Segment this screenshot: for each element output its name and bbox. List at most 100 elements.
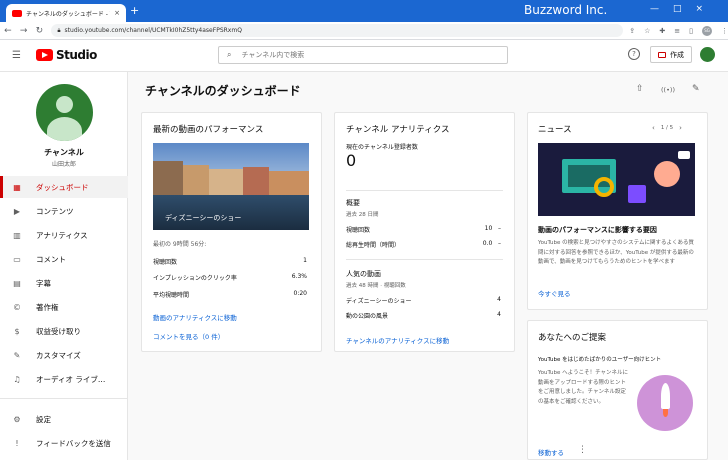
- sidebar-item-copyright[interactable]: © 著作権: [0, 296, 128, 318]
- sidebar-item-subtitles[interactable]: ▤ 字幕: [0, 272, 128, 294]
- prev-icon[interactable]: ‹: [652, 124, 655, 132]
- sidebar-item-label: 著作権: [36, 302, 59, 312]
- menu-icon[interactable]: ☰: [12, 50, 21, 61]
- more-options-icon[interactable]: ⋮: [578, 445, 587, 455]
- maximize-icon[interactable]: □: [673, 4, 682, 14]
- search-box[interactable]: ⌕: [218, 46, 508, 64]
- sidebar-item-feedback[interactable]: ! フィードバックを送信: [0, 432, 128, 454]
- summary-period: 過去 28 日間: [346, 212, 379, 218]
- card-title: あなたへのご提案: [538, 333, 607, 343]
- stat-row: 平均視聴時間 0:20: [153, 290, 307, 299]
- news-illustration[interactable]: [538, 143, 695, 216]
- back-icon[interactable]: ←: [0, 26, 16, 36]
- sidebar-item-label: 字幕: [36, 278, 51, 288]
- summary-delta: –: [498, 225, 501, 232]
- next-icon[interactable]: ›: [679, 124, 682, 132]
- magnifier-icon: [594, 177, 614, 197]
- content-icon: ▶: [13, 206, 21, 216]
- sidebar-item-audio-library[interactable]: ♫ オーディオ ライブ…: [0, 368, 128, 390]
- close-window-icon[interactable]: ×: [696, 4, 704, 14]
- search-input[interactable]: [241, 51, 482, 59]
- account-avatar[interactable]: [700, 47, 715, 62]
- play-badge-icon: [678, 151, 690, 159]
- stat-row: インプレッションのクリック率 6.3%: [153, 273, 307, 282]
- sidebar-item-label: コンテンツ: [36, 206, 74, 216]
- sidebar-item-label: フィードバックを送信: [36, 438, 111, 448]
- card-title: チャンネル アナリティクス: [346, 125, 450, 135]
- studio-logo[interactable]: Studio: [36, 48, 97, 62]
- watch-now-link[interactable]: 今すぐ見る: [538, 288, 571, 298]
- reload-icon[interactable]: ↻: [32, 26, 48, 36]
- bookmark-star-icon[interactable]: ☆: [644, 27, 650, 35]
- copyright-icon: ©: [13, 302, 21, 312]
- sidebar-item-label: コメント: [36, 254, 66, 264]
- top-video-views: 4: [497, 311, 501, 318]
- rocket-flame-icon: [663, 409, 668, 417]
- summary-value: 10: [484, 225, 493, 232]
- logo-text: Studio: [56, 48, 97, 62]
- monetization-icon: $: [14, 326, 20, 336]
- sidebar-item-customize[interactable]: ✎ カスタマイズ: [0, 344, 128, 366]
- summary-value-wrap: 0.0 –: [483, 240, 501, 249]
- thumb-building: [153, 161, 183, 197]
- summary-value-wrap: 10 –: [485, 225, 501, 234]
- minimize-icon[interactable]: —: [650, 4, 659, 14]
- summary-title: 概要: [346, 199, 360, 207]
- sidebar-item-dashboard[interactable]: ▦ ダッシュボード: [0, 176, 128, 198]
- video-analytics-link[interactable]: 動画のアナリティクスに移動: [153, 312, 237, 322]
- tab-close-icon[interactable]: ×: [114, 9, 120, 17]
- search-icon: ⌕: [227, 50, 232, 59]
- channel-avatar[interactable]: [36, 84, 93, 141]
- audio-library-icon: ♫: [13, 374, 21, 384]
- live-icon[interactable]: ((•)): [661, 86, 675, 94]
- youtube-logo-icon: [36, 49, 53, 61]
- top-videos-title: 人気の動画: [346, 270, 381, 278]
- video-period: 最初の 9時間 56分:: [153, 241, 207, 248]
- sidepanel-icon[interactable]: ▯: [689, 27, 693, 35]
- tab-title: チャンネルのダッシュボード - YouTube: [26, 10, 110, 18]
- edit-icon[interactable]: ✎: [692, 84, 700, 94]
- tips-body: YouTube へようこそ！チャンネルに動画をアップロードする際のヒントをご用意…: [538, 370, 628, 405]
- thumb-building: [269, 171, 309, 197]
- top-video-row[interactable]: ディズニーシーのショー 4: [346, 296, 501, 305]
- create-button[interactable]: 作成: [650, 46, 692, 63]
- feedback-icon: !: [15, 438, 19, 448]
- stat-value: 1: [303, 257, 307, 264]
- help-icon[interactable]: ?: [628, 48, 640, 60]
- sidebar-item-content[interactable]: ▶ コンテンツ: [0, 200, 128, 222]
- forward-icon[interactable]: →: [16, 26, 32, 36]
- extensions-icon[interactable]: ✚: [659, 27, 665, 35]
- rocket-illustration: [637, 375, 693, 431]
- sidebar-item-monetization[interactable]: $ 収益受け取り: [0, 320, 128, 342]
- comments-link[interactable]: コメントを見る（0 件）: [153, 331, 224, 341]
- stat-value: 0:20: [293, 290, 307, 297]
- thumb-building: [183, 165, 209, 197]
- url-field[interactable]: 🔒︎ studio.youtube.com/channel/UCMTkI0hZ5…: [51, 24, 624, 37]
- new-tab-button[interactable]: +: [130, 5, 139, 17]
- sidebar-divider: [0, 398, 128, 399]
- card-title: ニュース: [538, 125, 572, 135]
- reading-list-icon[interactable]: ≡: [674, 27, 680, 35]
- window-controls: — □ ×: [650, 4, 703, 14]
- top-videos-period: 過去 48 時間 · 視聴回数: [346, 283, 406, 289]
- share-icon[interactable]: ⇪: [629, 27, 635, 35]
- thumb-building: [243, 167, 269, 197]
- browser-menu-icon[interactable]: ⋮: [721, 27, 728, 35]
- youtube-favicon-icon: [12, 9, 22, 17]
- news-pager: ‹ 1 / 5 ›: [652, 124, 682, 132]
- channel-analytics-link[interactable]: チャンネルのアナリティクスに移動: [346, 335, 449, 345]
- subscribers-value: 0: [346, 151, 357, 170]
- browser-tab[interactable]: チャンネルのダッシュボード - YouTube ×: [6, 4, 126, 22]
- stat-label: 視聴回数: [153, 259, 178, 266]
- sidebar-item-settings[interactable]: ⚙ 設定: [0, 408, 128, 430]
- top-video-row[interactable]: 動の公園の風景 4: [346, 311, 501, 320]
- sidebar-item-label: 収益受け取り: [36, 326, 81, 336]
- sidebar-item-comment[interactable]: ▭ コメント: [0, 248, 128, 270]
- sidebar-item-analytics[interactable]: ▥ アナリティクス: [0, 224, 128, 246]
- sidebar-item-label: オーディオ ライブ…: [36, 374, 106, 384]
- upload-icon[interactable]: ⇧: [636, 84, 644, 94]
- sidebar-item-label: アナリティクス: [36, 230, 88, 240]
- go-link[interactable]: 移動する: [538, 447, 564, 457]
- profile-avatar[interactable]: SG: [702, 25, 713, 36]
- card-title: 最新の動画のパフォーマンス: [153, 125, 264, 135]
